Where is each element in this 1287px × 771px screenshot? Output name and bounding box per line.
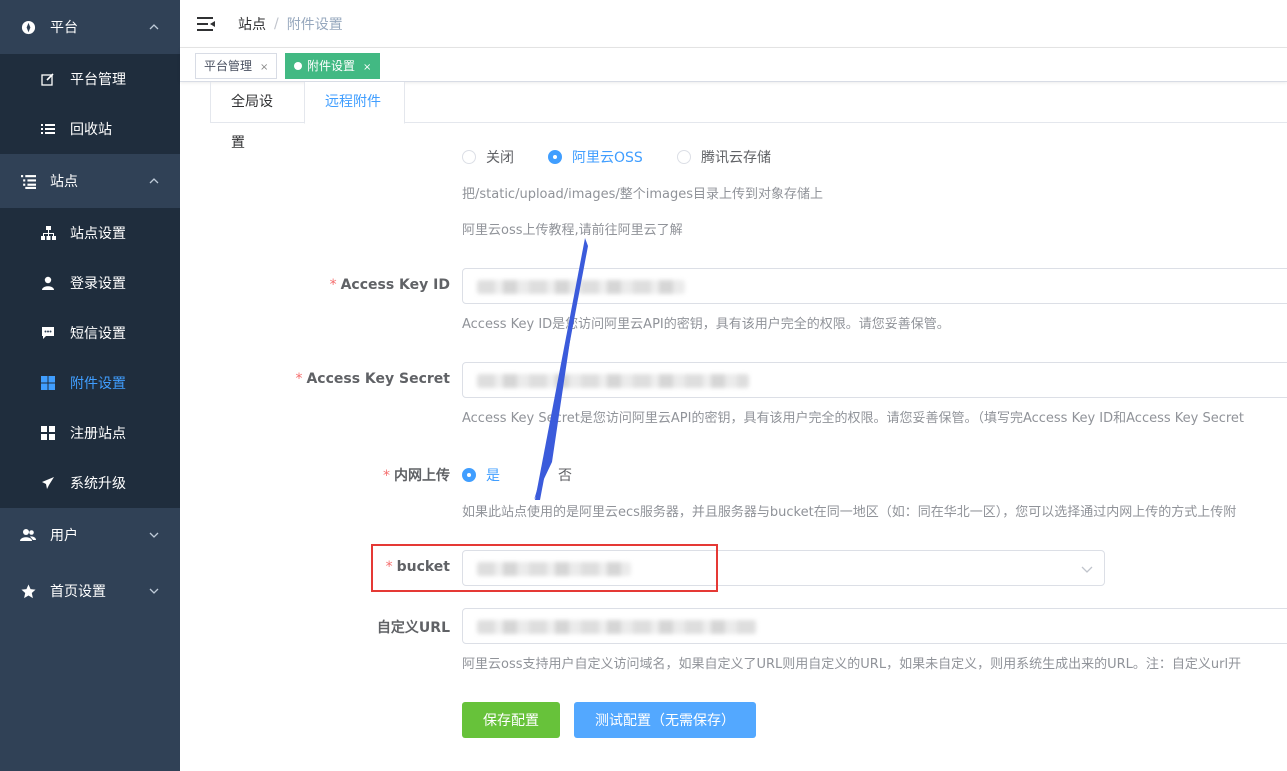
chevron-down-icon — [149, 532, 159, 538]
sidebar-item-recycle-bin[interactable]: 回收站 — [0, 104, 180, 154]
menu-group-label: 首页设置 — [50, 584, 106, 600]
close-icon[interactable]: × — [260, 62, 268, 73]
breadcrumb-site[interactable]: 站点 — [238, 14, 266, 34]
storage-hint: 把/static/upload/images/整个images目录上传到对象存储… — [462, 187, 824, 202]
sidebar-item-label: 站点设置 — [70, 226, 126, 242]
radio-label: 是 — [486, 468, 500, 484]
label-text: 内网上传 — [394, 468, 450, 484]
top-navbar: 站点 / 附件设置 — [180, 0, 1287, 48]
custom-url-label: 自定义URL — [0, 617, 450, 637]
list-tree-icon — [20, 173, 36, 189]
menu-group-label: 平台 — [50, 20, 78, 36]
menu-group-platform: 平台 平台管理 回收站 — [0, 0, 180, 154]
sidebar-item-label: 回收站 — [70, 122, 112, 138]
compass-icon — [20, 19, 36, 35]
access-key-id-label: * Access Key ID — [0, 277, 450, 293]
chevron-up-icon — [149, 24, 159, 30]
users-icon — [20, 527, 36, 543]
access-key-secret-hint: Access Key Secret是您访问阿里云API的密钥，具有该用户完全的权… — [462, 411, 1245, 426]
tag-attachment-settings[interactable]: 附件设置 × — [285, 53, 381, 79]
submenu-site: 站点设置 登录设置 短信设置 附件设置 注册站点 系统升级 — [0, 208, 180, 508]
close-icon[interactable]: × — [363, 62, 371, 73]
masked-value — [477, 620, 757, 634]
access-key-secret-input[interactable] — [462, 362, 1287, 398]
required-mark: * — [383, 468, 390, 484]
edit-icon — [40, 71, 56, 87]
access-key-secret-label: * Access Key Secret — [0, 371, 450, 387]
radio-circle — [462, 468, 476, 482]
radio-circle — [548, 150, 562, 164]
custom-url-hint: 阿里云oss支持用户自定义访问域名，如果自定义了URL则用自定义的URL，如果未… — [462, 657, 1242, 672]
radio-circle — [462, 150, 476, 164]
menu-group-site: 站点 站点设置 登录设置 短信设置 附件设置 注册站点 系统升级 — [0, 154, 180, 508]
tags-view: 平台管理 × 附件设置 × — [180, 48, 1287, 82]
menu-group-head-users[interactable]: 用户 — [0, 508, 180, 562]
radio-label: 阿里云OSS — [572, 150, 643, 166]
radio-intranet-no[interactable]: 否 — [534, 465, 572, 485]
tag-platform-manage[interactable]: 平台管理 × — [195, 53, 278, 79]
menu-group-head-site[interactable]: 站点 — [0, 154, 180, 208]
label-text: Access Key ID — [340, 277, 450, 293]
label-text: Access Key Secret — [306, 371, 450, 387]
radio-storage-off[interactable]: 关闭 — [462, 147, 514, 167]
hamburger-icon[interactable] — [197, 15, 215, 33]
tab-global-settings[interactable]: 全局设置 — [210, 82, 305, 151]
radio-label: 关闭 — [486, 150, 514, 166]
custom-url-input[interactable] — [462, 608, 1287, 644]
grid-icon — [40, 425, 56, 441]
sidebar-item-site-settings[interactable]: 站点设置 — [0, 208, 180, 258]
radio-storage-tencent-cos[interactable]: 腾讯云存储 — [677, 147, 771, 167]
menu-group-users: 用户 — [0, 508, 180, 562]
intranet-upload-label: * 内网上传 — [0, 465, 450, 485]
tag-label: 平台管理 — [204, 59, 253, 73]
required-mark: * — [295, 371, 303, 387]
access-key-id-input[interactable] — [462, 268, 1287, 304]
save-config-button[interactable]: 保存配置 — [462, 702, 560, 738]
menu-group-head-platform[interactable]: 平台 — [0, 0, 180, 54]
masked-value — [477, 280, 685, 294]
active-dot-icon — [294, 62, 302, 70]
sidebar-item-sms-settings[interactable]: 短信设置 — [0, 308, 180, 358]
radio-label: 腾讯云存储 — [701, 150, 771, 166]
tab-remote-attachment[interactable]: 远程附件 — [304, 82, 405, 124]
sidebar-item-platform-manage[interactable]: 平台管理 — [0, 54, 180, 104]
access-key-id-hint: Access Key ID是您访问阿里云API的密钥，具有该用户完全的权限。请您… — [462, 317, 950, 332]
settings-tabs: 全局设置 远程附件 — [210, 82, 1287, 151]
sidebar-item-label: 平台管理 — [70, 72, 126, 88]
chat-icon — [40, 325, 56, 341]
submenu-platform: 平台管理 回收站 — [0, 54, 180, 154]
star-icon — [20, 583, 36, 599]
intranet-hint: 如果此站点使用的是阿里云ecs服务器，并且服务器与bucket在同一地区（如：同… — [462, 505, 1237, 520]
radio-circle — [677, 150, 691, 164]
chevron-down-icon — [1081, 566, 1093, 573]
menu-group-label: 站点 — [50, 174, 78, 190]
sidebar-item-label: 注册站点 — [70, 426, 126, 442]
tab-label: 远程附件 — [325, 94, 381, 110]
tag-label: 附件设置 — [307, 59, 356, 73]
chevron-down-icon — [149, 588, 159, 594]
sidebar-item-label: 短信设置 — [70, 326, 126, 342]
tab-label: 全局设置 — [231, 94, 273, 151]
list-icon — [40, 121, 56, 137]
radio-intranet-yes[interactable]: 是 — [462, 465, 500, 485]
breadcrumb: 站点 / 附件设置 — [238, 14, 343, 34]
label-text: 自定义URL — [376, 620, 450, 636]
highlight-box — [371, 544, 718, 592]
breadcrumb-current: 附件设置 — [286, 16, 343, 33]
required-mark: * — [329, 277, 337, 293]
breadcrumb-separator: / — [274, 15, 279, 32]
radio-label: 否 — [558, 468, 572, 484]
tutorial-hint: 阿里云oss上传教程,请前往阿里云了解 — [462, 223, 683, 238]
radio-storage-aliyun-oss[interactable]: 阿里云OSS — [548, 147, 643, 167]
masked-value — [477, 374, 749, 388]
sidebar-item-register-site[interactable]: 注册站点 — [0, 408, 180, 458]
test-config-button[interactable]: 测试配置（无需保存） — [574, 702, 756, 738]
chevron-up-icon — [149, 178, 159, 184]
menu-group-label: 用户 — [50, 528, 78, 544]
sitemap-icon — [40, 225, 56, 241]
